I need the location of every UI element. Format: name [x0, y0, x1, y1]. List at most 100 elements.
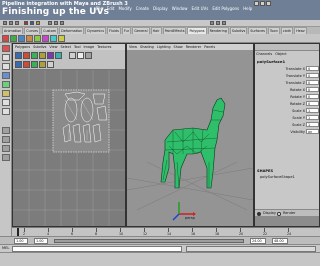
- attribute-value-field[interactable]: 0: [306, 94, 319, 99]
- maximize-button[interactable]: [260, 1, 265, 6]
- status-line: [0, 20, 320, 27]
- manipulator-icon[interactable]: [2, 99, 10, 106]
- attribute-value-field[interactable]: 0: [306, 101, 319, 106]
- attribute-value-field[interactable]: on: [306, 129, 319, 134]
- attribute-value-field[interactable]: 1: [306, 115, 319, 120]
- layer-mode-label: Display: [263, 211, 276, 215]
- snap-point-icon[interactable]: [60, 21, 64, 25]
- attribute-value-field[interactable]: 0: [306, 66, 319, 71]
- uv-texture-toggle-icon[interactable]: [85, 52, 92, 59]
- select-tool-icon[interactable]: [2, 45, 10, 52]
- uv-grid-toggle-icon[interactable]: [77, 52, 84, 59]
- uv-isolate-icon[interactable]: [47, 61, 54, 68]
- snap-curve-icon[interactable]: [54, 21, 58, 25]
- select-by-component-icon[interactable]: [36, 21, 40, 25]
- last-tool-icon[interactable]: [2, 108, 10, 115]
- uv-rotate-icon[interactable]: [23, 52, 30, 59]
- menu-item-file[interactable]: File: [96, 6, 103, 11]
- shelf-tab-animation[interactable]: Animation: [2, 27, 24, 34]
- command-language-label[interactable]: MEL: [2, 246, 9, 250]
- shelf-tab-dynamics[interactable]: Dynamics: [85, 27, 106, 34]
- menu-item-edit-uvs[interactable]: Edit UVs: [192, 6, 209, 11]
- extrude-icon[interactable]: [50, 35, 57, 42]
- rotate-tool-icon[interactable]: [2, 81, 10, 88]
- uv-canvas[interactable]: [13, 70, 125, 226]
- menu-item-create[interactable]: Create: [136, 6, 149, 11]
- shelf-tab-toon[interactable]: Toon: [267, 27, 280, 34]
- menu-item-edit[interactable]: Edit: [107, 6, 115, 11]
- shelf-tab-fur[interactable]: Fur: [121, 27, 132, 34]
- open-scene-icon[interactable]: [9, 21, 13, 25]
- uv-flip-icon[interactable]: [15, 52, 22, 59]
- ipr-render-icon[interactable]: [216, 21, 220, 25]
- viewport-canvas[interactable]: [127, 50, 253, 226]
- menu-item-modify[interactable]: Modify: [118, 6, 131, 11]
- menu-item-help[interactable]: Help: [243, 6, 252, 11]
- shelf-tab-fluids[interactable]: Fluids: [107, 27, 121, 34]
- channel-box-tab-channels[interactable]: Channels: [256, 52, 272, 56]
- minimize-button[interactable]: [254, 1, 259, 6]
- select-by-object-icon[interactable]: [30, 21, 34, 25]
- render-icon[interactable]: [210, 21, 214, 25]
- attribute-name: Translate X: [285, 67, 305, 71]
- paint-select-icon[interactable]: [2, 63, 10, 70]
- uv-relax-icon[interactable]: [55, 52, 62, 59]
- uv-grid-snap-icon[interactable]: [23, 61, 30, 68]
- close-button[interactable]: [266, 1, 271, 6]
- shelf-tab-subdivs[interactable]: Subdivs: [229, 27, 248, 34]
- uv-sew-icon[interactable]: [39, 52, 46, 59]
- new-scene-icon[interactable]: [3, 21, 7, 25]
- uv-unfold-icon[interactable]: [31, 61, 38, 68]
- shelf-tab-heav[interactable]: Heav: [294, 27, 307, 34]
- shelf-tab-rendering[interactable]: Rendering: [207, 27, 229, 34]
- scale-tool-icon[interactable]: [2, 90, 10, 97]
- menu-item-display[interactable]: Display: [153, 6, 168, 11]
- select-by-hierarchy-icon[interactable]: [24, 21, 28, 25]
- poly-sphere-icon[interactable]: [10, 35, 17, 42]
- shelf-tab-general[interactable]: General: [132, 27, 150, 34]
- shelf-tab-cloth[interactable]: cloth: [280, 27, 294, 34]
- shelf-tab-surfaces[interactable]: Surfaces: [248, 27, 267, 34]
- shelf-tab-custom[interactable]: Custom: [41, 27, 59, 34]
- smooth-icon[interactable]: [58, 35, 65, 42]
- lasso-tool-icon[interactable]: [2, 54, 10, 61]
- select-tool-icon[interactable]: [2, 35, 9, 42]
- shelf-tab-deformation[interactable]: Deformation: [59, 27, 85, 34]
- single-pane-layout-icon[interactable]: [2, 127, 10, 134]
- attribute-value-field[interactable]: 0: [306, 87, 319, 92]
- poly-plane-icon[interactable]: [34, 35, 41, 42]
- attribute-value-field[interactable]: 1: [306, 122, 319, 127]
- uv-cut-icon[interactable]: [31, 52, 38, 59]
- two-pane-layout-icon[interactable]: [2, 145, 10, 152]
- combine-icon[interactable]: [42, 35, 49, 42]
- channel-box-tab-object[interactable]: Object: [275, 52, 286, 56]
- uv-align-icon[interactable]: [15, 61, 22, 68]
- shelf-tab-painteffects[interactable]: PaintEffects: [162, 27, 187, 34]
- attribute-value-field[interactable]: 0: [306, 73, 319, 78]
- attribute-name: Rotate Z: [290, 102, 305, 106]
- attribute-name: Scale Z: [292, 123, 305, 127]
- snap-grid-icon[interactable]: [48, 21, 52, 25]
- shelf-tab-hair[interactable]: Hair: [150, 27, 162, 34]
- range-bar[interactable]: [54, 239, 244, 243]
- save-scene-icon[interactable]: [15, 21, 19, 25]
- uv-layout-icon[interactable]: [47, 52, 54, 59]
- outliner-layout-icon[interactable]: [2, 154, 10, 161]
- poly-cylinder-icon[interactable]: [26, 35, 33, 42]
- attribute-name: Translate Z: [285, 81, 305, 85]
- move-tool-icon[interactable]: [2, 72, 10, 79]
- uv-snapshot-icon[interactable]: [69, 52, 76, 59]
- shelf-tab-polygons[interactable]: Polygons: [187, 27, 207, 34]
- attribute-value-field[interactable]: 0: [306, 80, 319, 85]
- render-settings-icon[interactable]: [222, 21, 226, 25]
- time-slider[interactable]: 2 4 6 8 10 12 14 16 18 20 22 24: [12, 227, 320, 237]
- menu-item-edit-polygons[interactable]: Edit Polygons: [212, 6, 239, 11]
- shelf-tab-curves[interactable]: Curves: [24, 27, 41, 34]
- uv-straighten-icon[interactable]: [39, 61, 46, 68]
- four-pane-layout-icon[interactable]: [2, 136, 10, 143]
- attribute-value-field[interactable]: 1: [306, 108, 319, 113]
- menu-item-window[interactable]: Window: [172, 6, 188, 11]
- shape-node-name[interactable]: polySurfaceShape1: [260, 175, 295, 179]
- layer-list[interactable]: [255, 216, 319, 226]
- poly-cube-icon[interactable]: [18, 35, 25, 42]
